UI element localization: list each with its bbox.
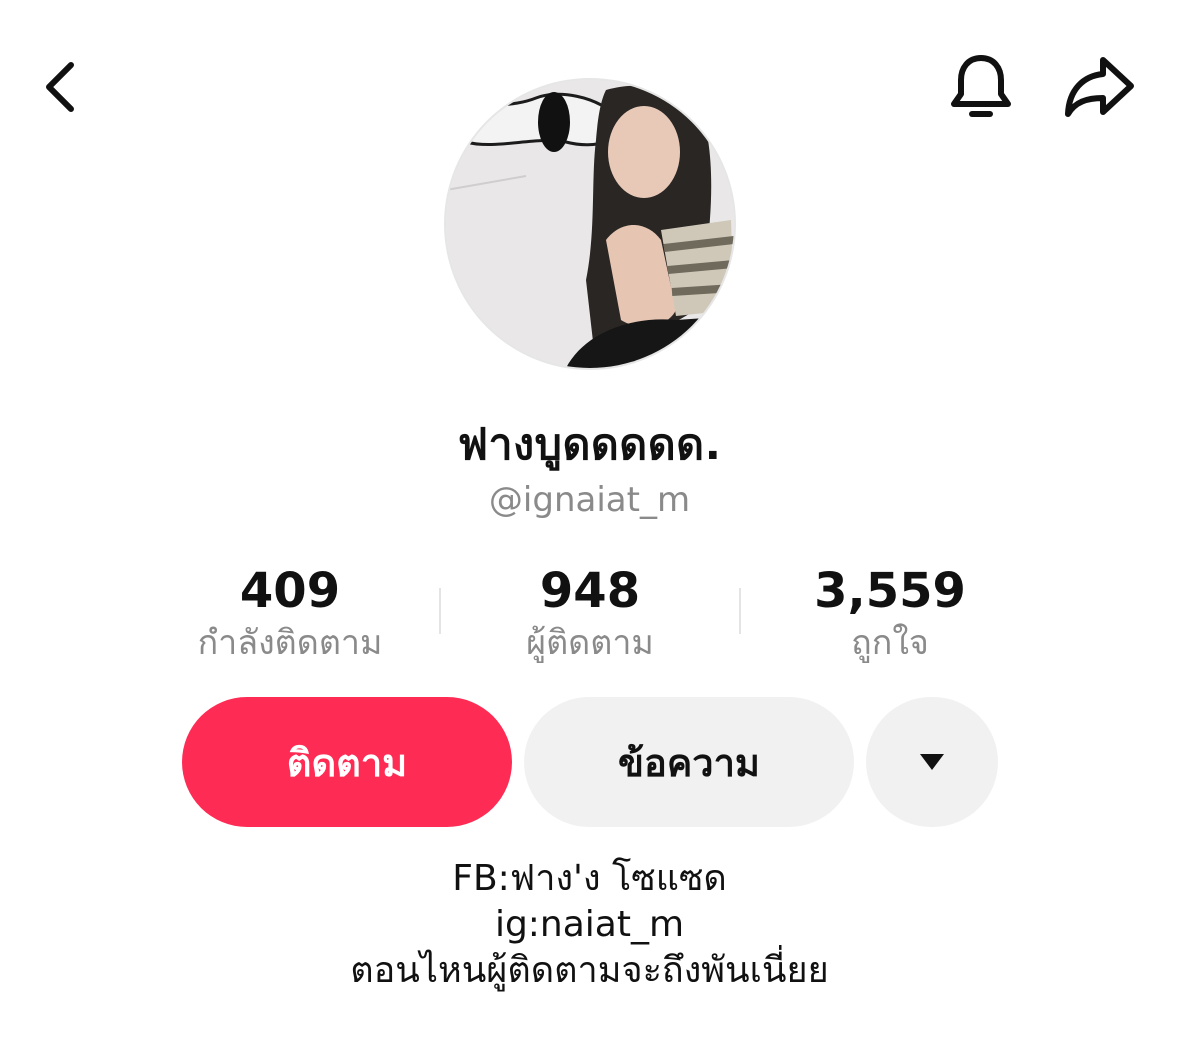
display-name: ฟางบูดดดดด.	[457, 420, 722, 470]
avatar[interactable]	[446, 80, 734, 368]
share-arrow-icon	[1065, 57, 1134, 117]
follow-button-label: ติดตาม	[286, 740, 408, 785]
notification-bell-button[interactable]	[942, 48, 1020, 126]
more-options-button[interactable]	[866, 697, 998, 827]
bio-line: FB:ฟาง'ง โซแซด	[452, 858, 727, 899]
bio: FB:ฟาง'ง โซแซด ig:naiat_m ตอนไหนผู้ติดตา…	[0, 856, 1179, 994]
message-button[interactable]: ข้อความ	[524, 697, 854, 827]
stat-followers[interactable]: 948 ผู้ติดตาม	[440, 562, 740, 666]
following-count: 409	[239, 563, 341, 619]
stat-likes[interactable]: 3,559 ถูกใจ	[740, 562, 1040, 666]
bio-line: ตอนไหนผู้ติดตามจะถึงพันเนี่ยย	[350, 950, 829, 991]
likes-label: ถูกใจ	[851, 623, 929, 663]
chevron-left-icon	[46, 62, 74, 112]
bio-line: ig:naiat_m	[494, 904, 685, 945]
stat-following[interactable]: 409 กำลังติดตาม	[140, 562, 440, 666]
avatar-photo	[446, 80, 734, 368]
message-button-label: ข้อความ	[618, 740, 760, 785]
follow-button[interactable]: ติดตาม	[182, 697, 512, 827]
followers-count: 948	[539, 563, 641, 619]
likes-count: 3,559	[814, 563, 966, 619]
share-button[interactable]	[1058, 48, 1142, 126]
following-label: กำลังติดตาม	[197, 623, 383, 663]
bell-icon	[951, 55, 1011, 117]
username: @ignaiat_m	[488, 480, 691, 520]
back-button[interactable]	[26, 52, 96, 122]
followers-label: ผู้ติดตาม	[526, 623, 654, 663]
caret-down-icon	[920, 754, 944, 770]
